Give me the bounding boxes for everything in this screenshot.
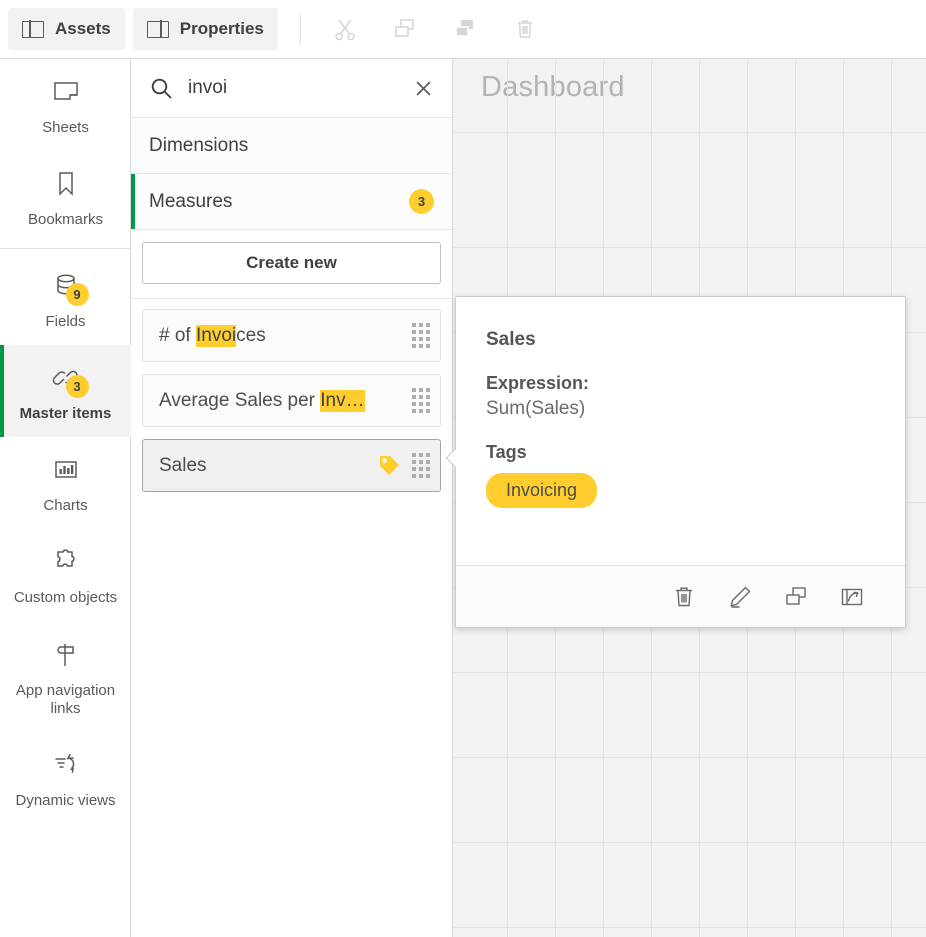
search-clear-button[interactable] xyxy=(412,77,434,99)
drag-handle-icon[interactable] xyxy=(410,388,432,414)
measures-count-badge: 3 xyxy=(409,189,434,214)
asset-nav-rail: Sheets Bookmarks 9 xyxy=(0,59,131,937)
fields-count-badge: 9 xyxy=(66,283,89,306)
measure-name: # of Invoices xyxy=(159,325,402,347)
preview-button[interactable] xyxy=(837,582,867,612)
sidebar-item-bookmarks[interactable]: Bookmarks xyxy=(0,151,131,243)
delete-button[interactable] xyxy=(669,582,699,612)
trash-icon xyxy=(512,16,538,42)
list-item[interactable]: # of Invoices xyxy=(142,309,441,362)
sidebar-item-sheets[interactable]: Sheets xyxy=(0,59,131,151)
qlik-sense-editor: Assets Properties xyxy=(0,0,926,937)
tag-icon xyxy=(377,453,402,478)
assets-toggle-button[interactable]: Assets xyxy=(8,8,125,50)
list-item[interactable]: Average Sales per Inv… xyxy=(142,374,441,427)
left-panel-icon xyxy=(22,21,44,38)
paste-icon xyxy=(452,16,478,42)
grid-line xyxy=(453,132,926,133)
delete-button[interactable] xyxy=(499,9,551,49)
duplicate-button[interactable] xyxy=(781,582,811,612)
toolbar-divider xyxy=(300,14,301,44)
create-new-wrapper: Create new xyxy=(131,230,452,299)
status-badge: Invoicing xyxy=(486,473,597,508)
section-label-dimensions: Dimensions xyxy=(149,135,434,157)
paste-button[interactable] xyxy=(439,9,491,49)
cut-icon xyxy=(332,16,358,42)
drag-handle-icon[interactable] xyxy=(410,323,432,349)
grid-line xyxy=(453,842,926,843)
sidebar-label-custom-objects: Custom objects xyxy=(14,589,117,607)
close-icon xyxy=(414,79,433,98)
measure-name: Average Sales per Inv… xyxy=(159,390,402,412)
sidebar-item-custom-objects[interactable]: Custom objects xyxy=(0,529,131,621)
expression-label: Expression: xyxy=(486,373,875,394)
measure-details-popover: Sales Expression: Sum(Sales) Tags Invoic… xyxy=(455,296,906,628)
expression-value: Sum(Sales) xyxy=(486,398,875,420)
measure-name: Sales xyxy=(159,455,369,477)
search-highlight: Inv… xyxy=(320,390,364,412)
sidebar-label-dynamic-views: Dynamic views xyxy=(15,792,115,810)
sidebar-label-app-navigation-links: App navigation links xyxy=(6,682,125,719)
pencil-icon xyxy=(727,584,753,610)
search-icon xyxy=(149,76,174,101)
copy-button[interactable] xyxy=(379,9,431,49)
properties-toggle-label: Properties xyxy=(180,19,264,39)
popover-actions xyxy=(456,565,905,627)
search-highlight: Invoi xyxy=(196,325,236,347)
drag-handle-icon[interactable] xyxy=(410,453,432,479)
sidebar-label-master-items: Master items xyxy=(20,405,112,423)
bookmark-icon xyxy=(54,170,78,198)
puzzle-icon xyxy=(52,548,80,576)
dynamic-views-icon xyxy=(52,752,80,778)
sidebar-label-fields: Fields xyxy=(45,313,85,331)
section-label-measures: Measures xyxy=(149,191,409,213)
list-item[interactable]: Sales xyxy=(142,439,441,492)
grid-line xyxy=(453,927,926,928)
search-bar: invoi xyxy=(131,59,452,118)
popover-body: Sales Expression: Sum(Sales) Tags Invoic… xyxy=(456,297,905,565)
bar-chart-icon xyxy=(53,458,79,482)
right-panel-icon xyxy=(147,21,169,38)
grid-line xyxy=(453,672,926,673)
trash-icon xyxy=(671,584,697,610)
assets-panel: invoi Dimensions Measures 3 Create new xyxy=(131,59,453,937)
sidebar-label-charts: Charts xyxy=(43,497,87,515)
sidebar-label-sheets: Sheets xyxy=(42,119,89,137)
flag-icon xyxy=(53,641,79,669)
cut-button[interactable] xyxy=(319,9,371,49)
sidebar-label-bookmarks: Bookmarks xyxy=(28,211,103,229)
sheet-icon xyxy=(51,79,81,105)
sidebar-item-dynamic-views[interactable]: Dynamic views xyxy=(0,732,131,824)
grid-line xyxy=(453,757,926,758)
sidebar-item-app-navigation-links[interactable]: App navigation links xyxy=(0,622,131,733)
preview-icon xyxy=(839,584,865,610)
create-new-button[interactable]: Create new xyxy=(142,242,441,284)
master-items-count-badge: 3 xyxy=(66,375,89,398)
sidebar-item-fields[interactable]: 9 Fields xyxy=(0,253,131,345)
tags-label: Tags xyxy=(486,442,875,463)
properties-toggle-button[interactable]: Properties xyxy=(133,8,278,50)
measures-list: # of Invoices Average Sales per Inv… Sal… xyxy=(131,299,452,492)
section-measures[interactable]: Measures 3 xyxy=(131,174,452,230)
sidebar-item-master-items[interactable]: 3 Master items xyxy=(0,345,131,437)
top-toolbar: Assets Properties xyxy=(0,0,926,59)
duplicate-icon xyxy=(783,584,809,610)
popover-pointer-icon xyxy=(445,449,456,471)
section-dimensions[interactable]: Dimensions xyxy=(131,118,452,174)
assets-toggle-label: Assets xyxy=(55,19,111,39)
search-input[interactable]: invoi xyxy=(188,77,398,99)
copy-icon xyxy=(392,16,418,42)
sidebar-item-charts[interactable]: Charts xyxy=(0,437,131,529)
rail-divider xyxy=(0,248,130,249)
edit-button[interactable] xyxy=(725,582,755,612)
popover-title: Sales xyxy=(486,329,875,351)
grid-line xyxy=(453,247,926,248)
